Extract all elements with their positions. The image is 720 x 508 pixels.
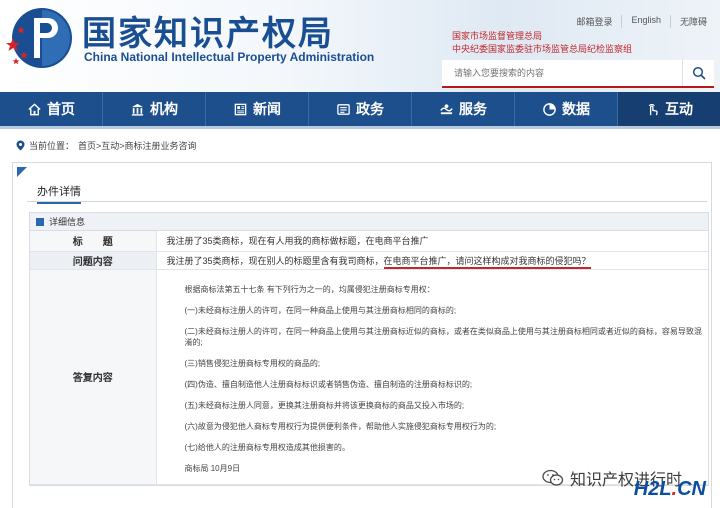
search-input[interactable] <box>442 61 682 85</box>
breadcrumb-prefix: 当前位置： <box>29 141 75 151</box>
detail-table: 标 题 我注册了35类商标，现在有人用我的商标做标题，在电商平台推广 问题内容 … <box>30 231 708 485</box>
nav-item-news[interactable]: 新闻 <box>206 92 309 126</box>
answer-line: (一)未经商标注册人的许可，在同一种商品上使用与其注册商标相同的商标的; <box>184 305 457 315</box>
site-header: 国家知识产权局 China National Intellectual Prop… <box>0 0 720 92</box>
search-icon <box>692 66 705 80</box>
search-button[interactable] <box>682 60 714 86</box>
title-label: 标 题 <box>30 231 157 252</box>
panel-title: 详细信息 <box>49 217 86 227</box>
nav-item-government[interactable]: 政务 <box>309 92 412 126</box>
breadcrumb: 当前位置： 首页>互动>商标注册业务咨询 <box>16 139 197 152</box>
nav-item-data[interactable]: 数据 <box>515 92 618 126</box>
nav-label-interaction: 互动 <box>665 102 693 118</box>
detail-panel: 详细信息 标 题 我注册了35类商标，现在有人用我的商标做标题，在电商平台推广 … <box>29 212 709 486</box>
gov-links: 国家市场监督管理总局 中央纪委国家监委驻市场监管总局纪检监察组 <box>452 30 632 56</box>
tab-divider <box>27 201 707 202</box>
samr-link[interactable]: 国家市场监督管理总局 <box>452 30 632 43</box>
home-icon <box>28 102 41 115</box>
nav-label-service: 服务 <box>459 102 487 118</box>
table-row-question: 问题内容 我注册了35类商标，现在别人的标题里含有我司商标，在电商平台推广，请问… <box>30 251 708 270</box>
answer-line: (五)未经商标注册人同意，更换其注册商标并将该更换商标的商品又投入市场的; <box>184 400 465 410</box>
nav-divider <box>0 126 720 129</box>
h2l-watermark: H2L.CN <box>634 478 706 501</box>
answer-line: (三)销售侵犯注册商标专用权的商品的; <box>184 358 321 368</box>
nav-item-interaction[interactable]: 互动 <box>618 92 720 126</box>
answer-value: 根据商标法第五十七条 有下列行为之一的，均属侵犯注册商标专用权： (一)未经商标… <box>156 269 708 485</box>
cnipa-emblem-logo[interactable] <box>4 4 74 74</box>
site-title-english[interactable]: China National Intellectual Property Adm… <box>84 50 374 64</box>
interaction-icon <box>648 103 658 115</box>
content-area: 办件详情 详细信息 标 题 我注册了35类商标，现在有人用我的商标做标题，在电商… <box>12 162 712 508</box>
answer-line: (二)未经商标注册人的许可，在同一种商品上使用与其注册商标近似的商标，或者在类似… <box>184 326 702 347</box>
answer-line: (七)给他人的注册商标专用权造成其他损害的。 <box>184 442 350 452</box>
question-label: 问题内容 <box>30 251 157 270</box>
nav-item-service[interactable]: 服务 <box>412 92 515 126</box>
panel-square-icon <box>36 217 44 226</box>
search-bar <box>442 60 714 88</box>
question-value: 我注册了35类商标，现在别人的标题里含有我司商标，在电商平台推广，请问这样构成对… <box>156 251 708 270</box>
service-icon <box>440 103 453 114</box>
discipline-inspection-link[interactable]: 中央纪委国家监委驻市场监管总局纪检监察组 <box>452 43 632 56</box>
nav-label-data: 数据 <box>562 102 590 118</box>
mail-login-link[interactable]: 邮箱登录 <box>567 15 621 28</box>
government-icon <box>337 103 350 115</box>
nav-label-news: 新闻 <box>253 102 281 118</box>
location-pin-icon <box>16 140 25 151</box>
corner-marker <box>17 167 27 177</box>
wechat-icon <box>542 469 564 486</box>
english-link[interactable]: English <box>621 15 670 28</box>
question-highlight: 在电商平台推广，请问这样构成对我商标的侵犯吗？ <box>383 255 591 269</box>
breadcrumb-path[interactable]: 首页>互动>商标注册业务咨询 <box>78 139 197 152</box>
answer-line: (六)故意为侵犯他人商标专用权行为提供便利条件，帮助他人实施侵犯商标专用权行为的… <box>184 421 497 431</box>
table-row-title: 标 题 我注册了35类商标，现在有人用我的商标做标题，在电商平台推广 <box>30 231 708 252</box>
nav-item-institution[interactable]: 机构 <box>103 92 206 126</box>
nav-item-home[interactable]: 首页 <box>0 92 103 126</box>
answer-label: 答复内容 <box>30 269 157 485</box>
top-links: 邮箱登录 English 无障碍 <box>567 15 716 28</box>
nav-label-institution: 机构 <box>150 102 178 118</box>
nav-label-government: 政务 <box>356 102 384 118</box>
institution-icon <box>131 103 144 116</box>
data-icon <box>543 102 556 116</box>
title-value: 我注册了35类商标，现在有人用我的商标做标题，在电商平台推广 <box>156 231 708 252</box>
h2l-brand-b: CN <box>677 478 706 500</box>
answer-line: 根据商标法第五十七条 有下列行为之一的，均属侵犯注册商标专用权： <box>184 284 435 294</box>
nav-label-home: 首页 <box>47 102 75 118</box>
news-icon <box>234 103 247 115</box>
panel-header: 详细信息 <box>30 213 708 231</box>
accessibility-link[interactable]: 无障碍 <box>669 15 716 28</box>
h2l-brand-a: H2L <box>633 478 672 500</box>
question-text: 我注册了35类商标，现在别人的标题里含有我司商标， <box>166 255 384 266</box>
site-title-chinese[interactable]: 国家知识产权局 <box>82 6 334 55</box>
table-row-answer: 答复内容 根据商标法第五十七条 有下列行为之一的，均属侵犯注册商标专用权： (一… <box>30 269 708 485</box>
answer-line: (四)伪造、擅自制造他人注册商标标识或者销售伪造、擅自制造的注册商标标识的; <box>184 379 473 389</box>
main-nav: 首页 机构 新闻 政务 服务 数据 互动 <box>0 92 720 126</box>
